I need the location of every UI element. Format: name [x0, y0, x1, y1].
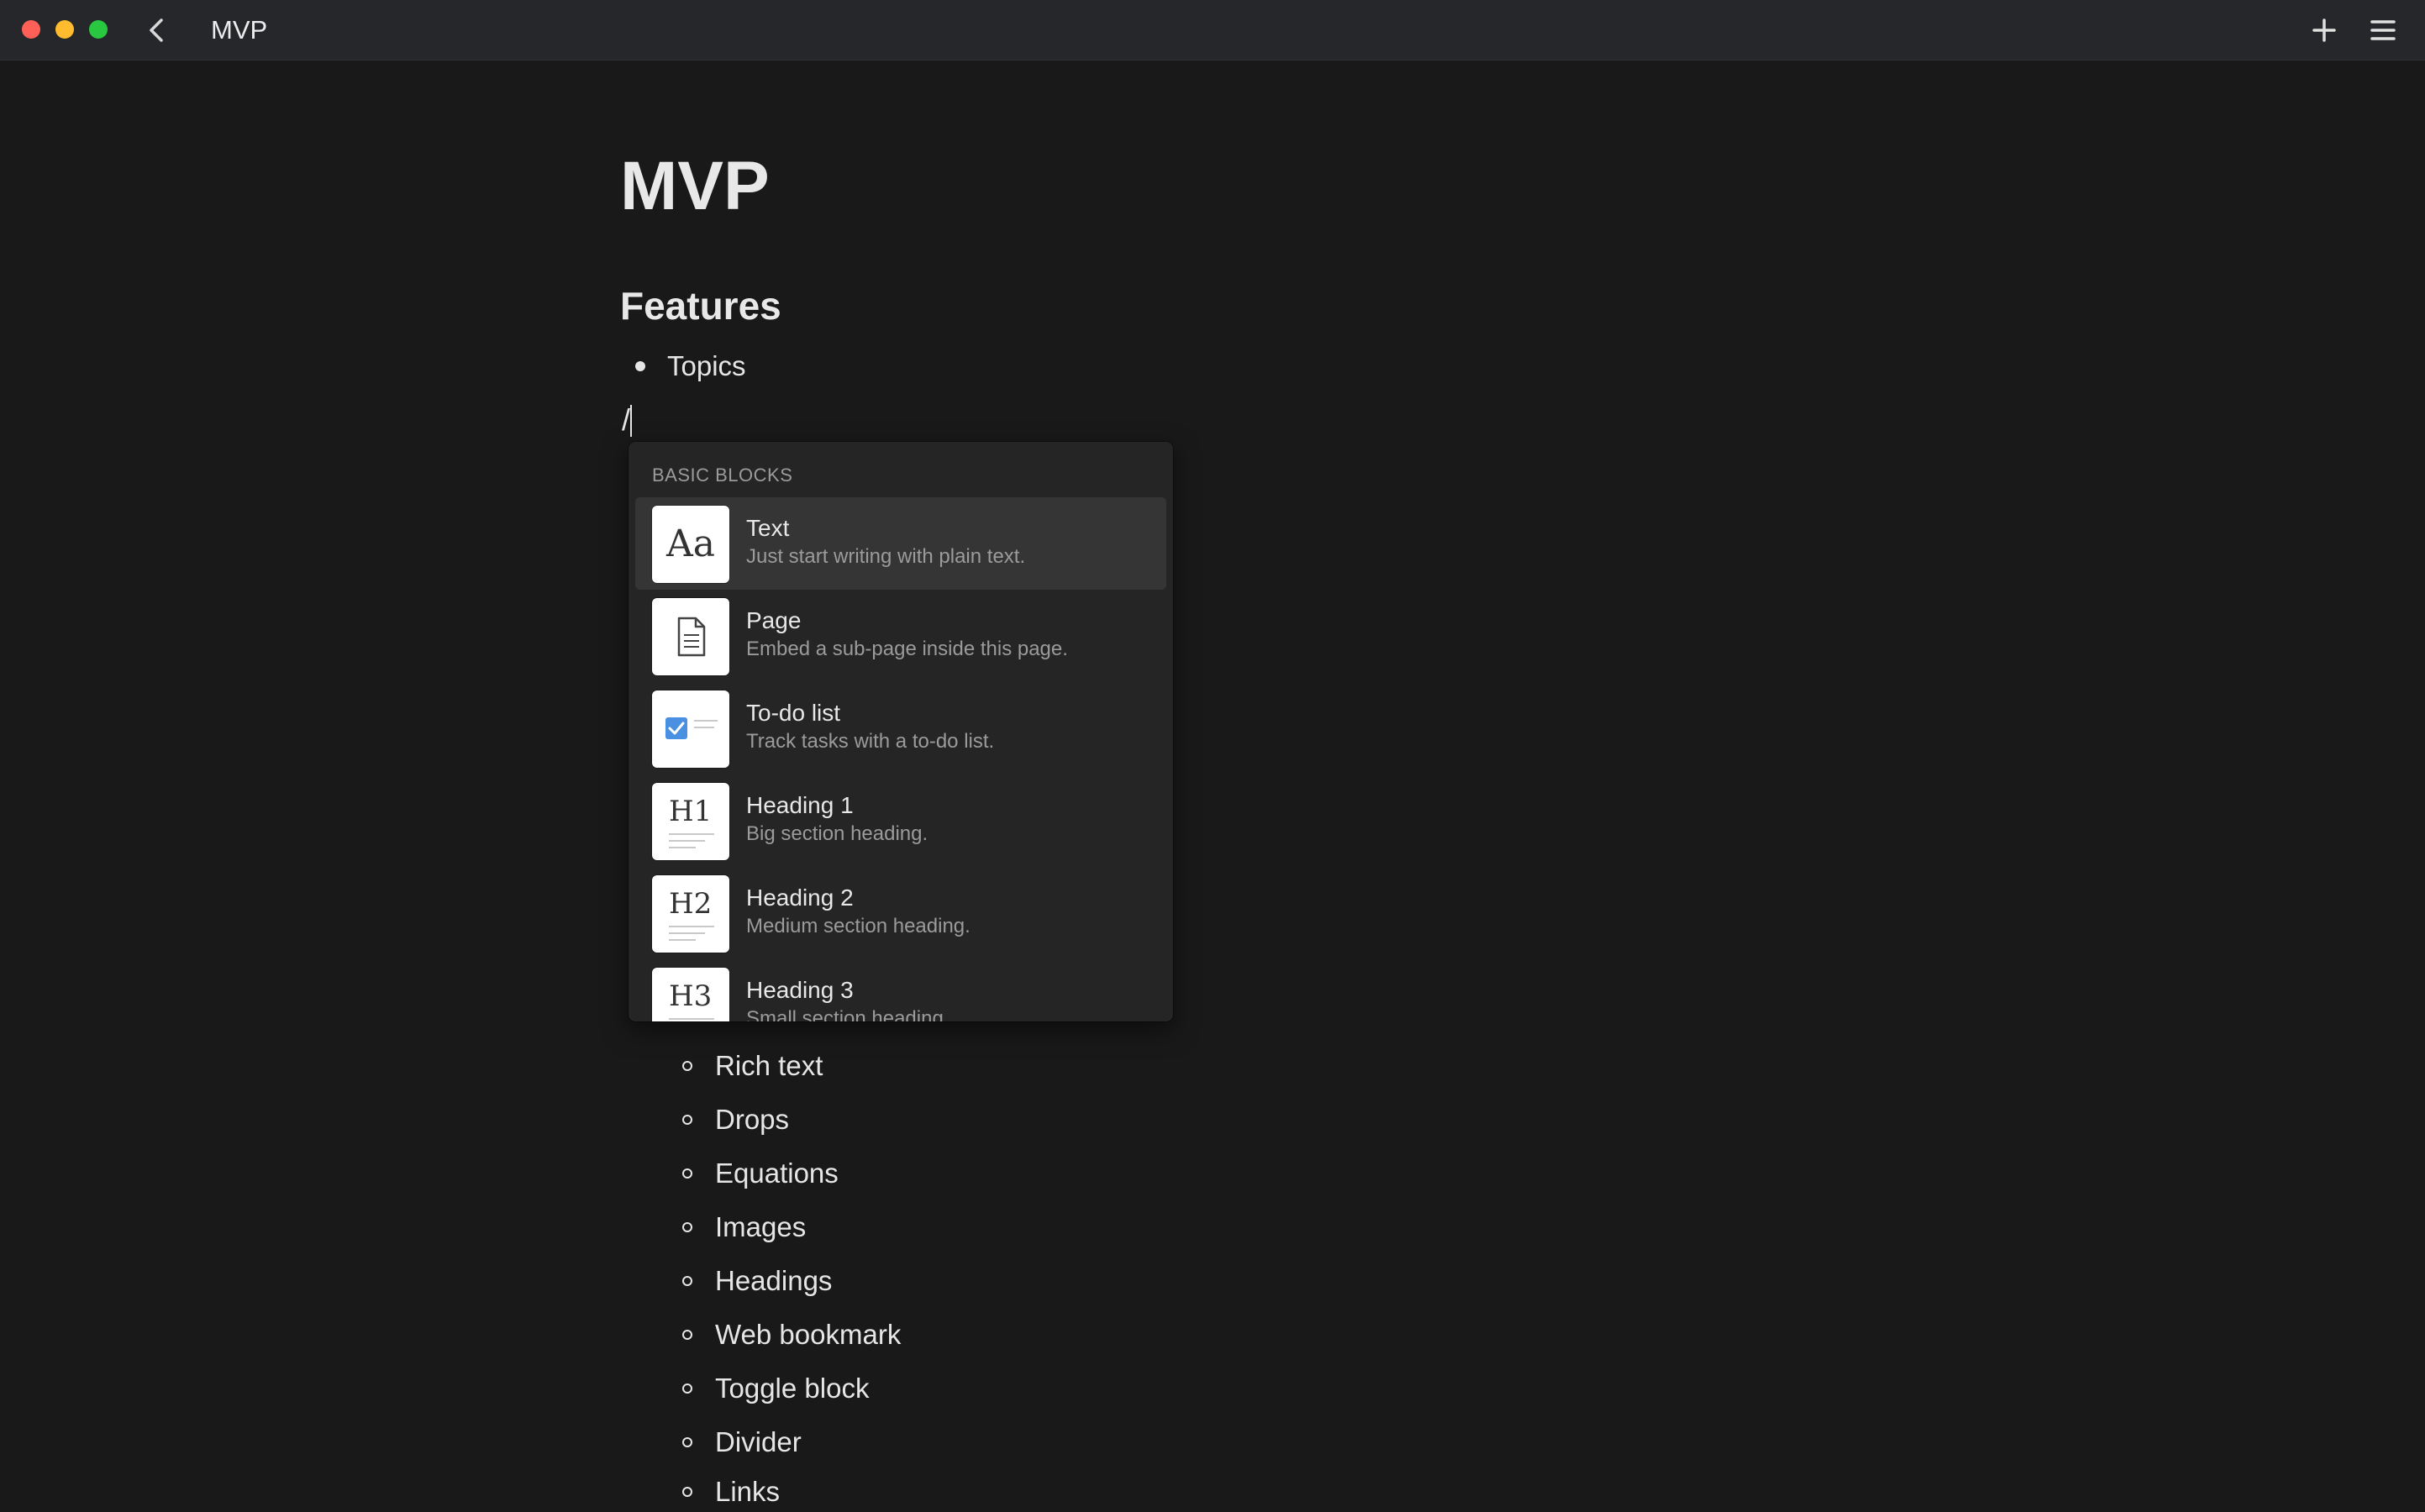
list-item[interactable]: Headings	[620, 1261, 956, 1301]
chevron-left-icon	[150, 18, 163, 42]
menu-item-label: To-do list	[746, 700, 841, 726]
menu-item-description: Track tasks with a to-do list.	[746, 730, 995, 753]
bullet-circle-icon	[682, 1437, 692, 1447]
menu-item-label: Heading 1	[746, 792, 854, 818]
menu-item-text[interactable]: Aa Text Just start writing with plain te…	[635, 497, 1166, 590]
list-item[interactable]: Web bookmark	[620, 1315, 956, 1355]
list-item[interactable]: Divider	[620, 1422, 956, 1462]
text-caret	[630, 405, 632, 437]
list-item-label: Headings	[715, 1265, 833, 1296]
list-item-label: Rich text	[715, 1050, 823, 1081]
minimize-window-button[interactable]	[55, 20, 74, 39]
window-title: MVP	[211, 15, 268, 45]
menu-item-page[interactable]: Page Embed a sub-page inside this page.	[635, 590, 1166, 682]
list-item[interactable]: Topics	[620, 346, 956, 386]
command-input-text[interactable]: /	[622, 402, 630, 438]
maximize-window-button[interactable]	[89, 20, 108, 39]
window-titlebar: MVP	[0, 0, 2425, 60]
heading3-icon: H3	[652, 968, 729, 1021]
menu-item-label: Page	[746, 607, 802, 633]
page-icon	[652, 598, 729, 675]
menu-item-label: Heading 2	[746, 885, 854, 911]
section-heading[interactable]: Features	[620, 282, 781, 329]
bullet-circle-icon	[682, 1115, 692, 1125]
new-page-button[interactable]	[2307, 13, 2341, 47]
close-window-button[interactable]	[22, 20, 40, 39]
menu-item-description: Medium section heading.	[746, 915, 971, 937]
list-item-label: Toggle block	[715, 1373, 870, 1404]
bullet-circle-icon	[682, 1168, 692, 1179]
plus-icon	[2312, 18, 2336, 42]
list-item-label: Divider	[715, 1426, 802, 1457]
list-item-label: Links	[715, 1476, 781, 1507]
page-title[interactable]: MVP	[620, 144, 770, 228]
menu-item-label: Heading 3	[746, 977, 854, 1003]
menu-item-heading-3[interactable]: H3 Heading 3 Small section heading.	[635, 959, 1166, 1021]
bullet-circle-icon	[682, 1487, 692, 1497]
list-item[interactable]: Images	[620, 1207, 956, 1247]
list-item[interactable]: Rich text	[620, 1046, 956, 1086]
heading1-icon: H1	[652, 783, 729, 860]
list-item-label: Drops	[715, 1104, 790, 1135]
menu-item-todo-list[interactable]: To-do list Track tasks with a to-do list…	[635, 682, 1166, 774]
todo-checkbox-icon	[652, 690, 729, 768]
bullet-circle-icon	[682, 1330, 692, 1340]
slash-command-menu: BASIC BLOCKS Aa Text Just start writing …	[629, 442, 1173, 1021]
bullet-circle-icon	[682, 1276, 692, 1286]
sidebar-menu-button[interactable]	[2366, 13, 2400, 47]
bullet-circle-icon	[682, 1222, 692, 1232]
list-item-label: Images	[715, 1211, 807, 1242]
list-item[interactable]: Toggle block	[620, 1368, 956, 1409]
menu-item-description: Embed a sub-page inside this page.	[746, 638, 1068, 660]
bullet-dot-icon	[635, 361, 645, 371]
list-item-label: Web bookmark	[715, 1319, 902, 1350]
menu-item-heading-2[interactable]: H2 Heading 2 Medium section heading.	[635, 867, 1166, 959]
list-item[interactable]: Drops	[620, 1100, 956, 1140]
list-item[interactable]: Links	[620, 1472, 956, 1512]
hamburger-menu-icon	[2370, 20, 2396, 40]
list-item-label: Equations	[715, 1158, 839, 1189]
menu-item-label: Text	[746, 515, 790, 541]
bullet-circle-icon	[682, 1383, 692, 1394]
list-item-label: Topics	[667, 350, 746, 381]
menu-section-label: BASIC BLOCKS	[652, 465, 793, 486]
back-button[interactable]	[143, 13, 170, 47]
list-item[interactable]: Equations	[620, 1153, 956, 1194]
bullet-circle-icon	[682, 1061, 692, 1071]
text-aa-icon: Aa	[652, 506, 729, 583]
menu-item-description: Just start writing with plain text.	[746, 545, 1026, 568]
menu-item-heading-1[interactable]: H1 Heading 1 Big section heading.	[635, 774, 1166, 867]
heading2-icon: H2	[652, 875, 729, 953]
menu-item-description: Big section heading.	[746, 822, 928, 845]
menu-item-description: Small section heading.	[746, 1007, 949, 1021]
